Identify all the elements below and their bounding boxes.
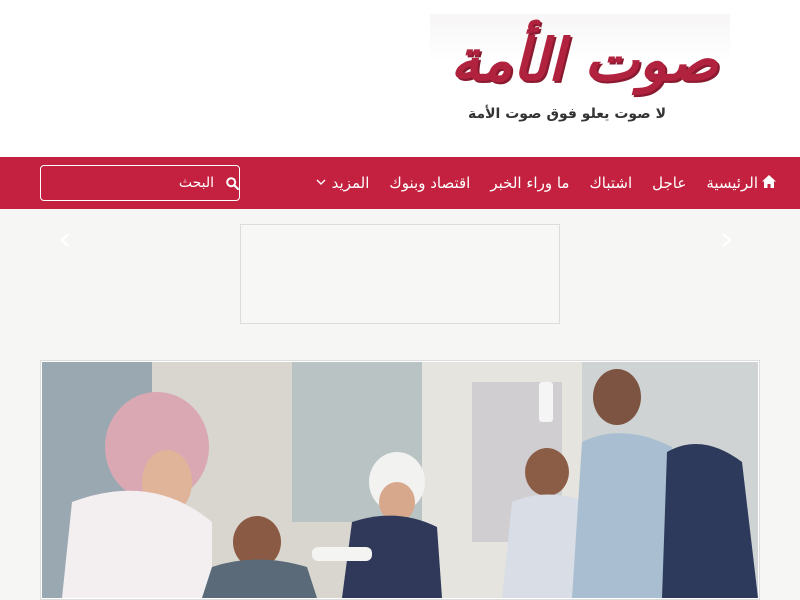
search-icon[interactable] <box>226 166 239 200</box>
chevron-left-icon[interactable]: ‹ <box>58 222 72 256</box>
featured-slider[interactable] <box>40 360 760 600</box>
search-input[interactable] <box>40 166 226 200</box>
main-nav: الرئيسية عاجل اشتباك ما وراء الخبر اقتصا… <box>0 157 800 209</box>
nav-item-label: اقتصاد وبنوك <box>389 174 471 192</box>
chevron-down-icon <box>316 178 326 189</box>
ad-banner-slot[interactable] <box>240 224 560 324</box>
slide-image[interactable] <box>42 362 758 598</box>
nav-item-urgent[interactable]: عاجل <box>652 174 686 192</box>
nav-item-label: ما وراء الخبر <box>490 174 570 192</box>
nav-item-label: المزيد <box>331 174 370 192</box>
logo-tagline: لا صوت يعلو فوق صوت الأمة <box>467 106 666 122</box>
logo-wordmark: صوت الأمة <box>450 26 720 94</box>
site-header: صوت الأمة لا صوت يعلو فوق صوت الأمة <box>0 0 800 157</box>
nav-item-economy-banks[interactable]: اقتصاد وبنوك <box>389 174 470 192</box>
nav-item-clash[interactable]: اشتباك <box>589 174 632 192</box>
home-icon <box>762 174 776 192</box>
nav-item-label: اشتباك <box>589 174 633 192</box>
nav-item-more[interactable]: المزيد <box>316 174 370 192</box>
search-box <box>40 165 240 201</box>
nav-list: الرئيسية عاجل اشتباك ما وراء الخبر اقتصا… <box>296 157 776 209</box>
nav-item-behind-the-news[interactable]: ما وراء الخبر <box>490 174 569 192</box>
nav-item-label: عاجل <box>652 174 687 192</box>
chevron-right-icon[interactable]: › <box>720 222 734 256</box>
nav-item-home[interactable]: الرئيسية <box>706 174 776 192</box>
site-logo[interactable]: صوت الأمة لا صوت يعلو فوق صوت الأمة <box>430 14 730 132</box>
nav-item-label: الرئيسية <box>706 174 758 192</box>
